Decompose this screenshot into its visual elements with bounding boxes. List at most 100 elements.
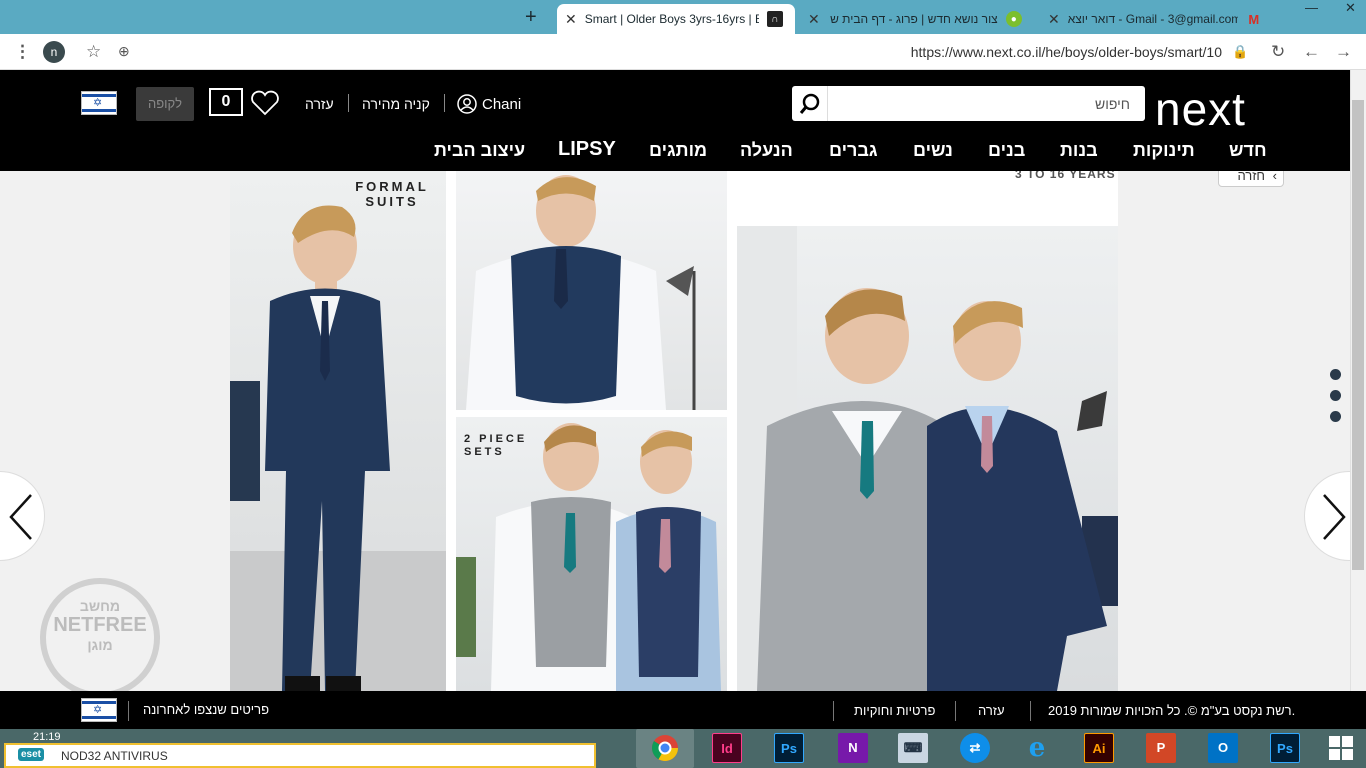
site-header: next Chani קניה מהירה עזרה 0 לקופה [0, 70, 1366, 171]
ie-icon[interactable]: e [1022, 733, 1052, 763]
nav-item-home[interactable]: עיצוב הבית [434, 140, 525, 161]
netfree-badge: מחשב NETFREE מוגן [40, 578, 160, 698]
boy-in-navy-suit-image [230, 205, 446, 691]
zoom-icon[interactable]: ⊕ [118, 43, 130, 60]
reload-icon[interactable]: ↻ [1271, 42, 1285, 62]
waistcoat-photo[interactable] [456, 171, 727, 410]
user-name[interactable]: Chani [482, 96, 521, 113]
eset-notification[interactable]: eset NOD32 ANTIVIRUS [4, 743, 596, 768]
eset-label: NOD32 ANTIVIRUS [61, 749, 168, 763]
search-box [792, 86, 1145, 121]
onenote-icon[interactable]: N [838, 733, 868, 763]
close-window-icon[interactable]: ✕ [1345, 0, 1356, 20]
divider [128, 701, 129, 721]
menu-icon[interactable]: ⋮ [14, 42, 31, 62]
search-input[interactable] [828, 86, 1138, 121]
carousel-prev-button[interactable] [0, 471, 45, 561]
browser-tab-bar: ✕ Smart | Older Boys 3yrs-16yrs | B ∩ ✕ … [0, 0, 1366, 34]
netfree-bottom-text: מוגן [87, 637, 113, 653]
next-logo[interactable]: next [1155, 82, 1246, 136]
screen: ✕ Smart | Older Boys 3yrs-16yrs | B ∩ ✕ … [0, 0, 1366, 768]
back-button[interactable]: חזרה ‹ [1218, 171, 1284, 187]
nav-item-girls[interactable]: בנות [1060, 140, 1098, 161]
formal-suit-photo[interactable]: FORMAL SUITS [230, 171, 446, 691]
nav-item-women[interactable]: נשים [913, 140, 953, 161]
illustrator-icon[interactable]: Ai [1084, 733, 1114, 763]
close-icon[interactable]: ✕ [808, 11, 820, 28]
chevron-right-icon [1323, 494, 1346, 540]
windows-taskbar: 21:19 eset NOD32 ANTIVIRUS Id Ps N ⌨ ⇄ e… [0, 729, 1366, 768]
shopping-bag-button[interactable]: 0 [209, 88, 243, 116]
nav-item-men[interactable]: גברים [829, 140, 878, 161]
main-nav: חדש תינוקות בנות בנים נשים גברים הנעלה מ… [0, 138, 1366, 170]
indesign-icon[interactable]: Id [712, 733, 742, 763]
heart-icon[interactable] [250, 90, 280, 116]
search-button[interactable] [792, 86, 828, 121]
carousel-dot[interactable] [1330, 390, 1341, 401]
url-field[interactable]: https://www.next.co.il/he/boys/older-boy… [820, 44, 1222, 60]
nav-item-brands[interactable]: מותגים [649, 140, 707, 161]
new-tab-icon[interactable]: + [525, 6, 537, 29]
keyboard-icon[interactable]: ⌨ [898, 733, 928, 763]
photoshop-icon[interactable]: Ps [1270, 733, 1300, 763]
checkout-button[interactable]: לקופה [136, 87, 194, 121]
two-piece-line1: 2 PIECE [464, 433, 528, 445]
avatar[interactable]: n [43, 41, 65, 63]
boy-in-navy-waistcoat-image [466, 175, 696, 410]
tab-forum[interactable]: ✕ צור נושא חדש | פרוג - דף הבית ש ● [800, 4, 1030, 34]
nav-item-lipsy[interactable]: LIPSY [558, 138, 616, 161]
nav-item-boys[interactable]: בנים [988, 140, 1025, 161]
chrome-logo [651, 735, 679, 762]
divider [348, 94, 349, 112]
scrollbar-thumb[interactable] [1352, 100, 1364, 570]
forum-icon: ● [1005, 11, 1022, 27]
outlook-icon[interactable]: O [1208, 733, 1238, 763]
carousel-dot[interactable] [1330, 369, 1341, 380]
close-icon[interactable]: ✕ [1048, 11, 1060, 28]
israel-flag-icon[interactable]: ✡ [81, 91, 117, 115]
chevron-left-icon [9, 494, 32, 540]
tab-gmail[interactable]: ✕ דואר יוצא - Gmail - 3@gmail.com M [1040, 4, 1270, 34]
minimize-icon[interactable]: — [1305, 0, 1318, 20]
powerpoint-icon[interactable]: P [1146, 733, 1176, 763]
close-icon[interactable]: ✕ [565, 11, 577, 28]
photoshop-icon[interactable]: Ps [774, 733, 804, 763]
chrome-icon[interactable] [636, 729, 694, 768]
teamviewer-icon[interactable]: ⇄ [960, 733, 990, 763]
tab-next-smart[interactable]: ✕ Smart | Older Boys 3yrs-16yrs | B ∩ [557, 4, 795, 34]
windows-logo [1329, 736, 1353, 760]
user-icon[interactable] [457, 94, 477, 114]
age-range-label: 3 TO 16 YEARS [1015, 171, 1116, 181]
help-link[interactable]: עזרה [305, 96, 334, 112]
back-icon[interactable]: ← [1303, 42, 1320, 62]
search-icon [799, 93, 820, 114]
nav-item-new[interactable]: חדש [1229, 140, 1267, 161]
divider [1030, 701, 1031, 721]
divider [833, 701, 834, 721]
forward-icon[interactable]: → [1335, 42, 1352, 62]
formal-suits-label: FORMAL SUITS [342, 179, 442, 209]
address-bar: ⋮ n ☆ ⊕ https://www.next.co.il/he/boys/o… [0, 34, 1366, 70]
nav-item-shoes[interactable]: הנעלה [740, 140, 793, 161]
quick-buy-link[interactable]: קניה מהירה [362, 96, 430, 112]
formal-suits-line1: FORMAL [355, 179, 429, 194]
star-icon[interactable]: ☆ [86, 42, 101, 62]
carousel-dot[interactable] [1330, 411, 1341, 422]
formal-suits-line2: SUITS [365, 194, 419, 209]
grey-and-check-suits-photo[interactable] [737, 226, 1118, 691]
chevron-left-icon: ‹ [1272, 171, 1277, 183]
privacy-link[interactable]: פרטיות וחוקיות [854, 703, 935, 718]
windows-icon[interactable] [1326, 733, 1356, 763]
banner-canvas: FORMAL SUITS 2 PIECE SETS [230, 171, 1118, 691]
israel-flag-icon[interactable]: ✡ [81, 698, 117, 722]
divider [444, 94, 445, 112]
next-icon: ∩ [766, 11, 783, 27]
copyright-text: 2019 רשת נקסט בע"מ ©. כל הזכויות שמורות. [1048, 703, 1296, 718]
two-piece-photo[interactable]: 2 PIECE SETS [456, 417, 727, 691]
recently-viewed-link[interactable]: פריטים שנצפו לאחרונה [143, 702, 269, 717]
footer-help-link[interactable]: עזרה [978, 703, 1005, 718]
nav-item-baby[interactable]: תינוקות [1133, 140, 1195, 161]
lock-icon: 🔒 [1232, 44, 1249, 59]
two-piece-line2: SETS [464, 446, 505, 458]
netfree-top-text: מחשב [79, 598, 121, 614]
